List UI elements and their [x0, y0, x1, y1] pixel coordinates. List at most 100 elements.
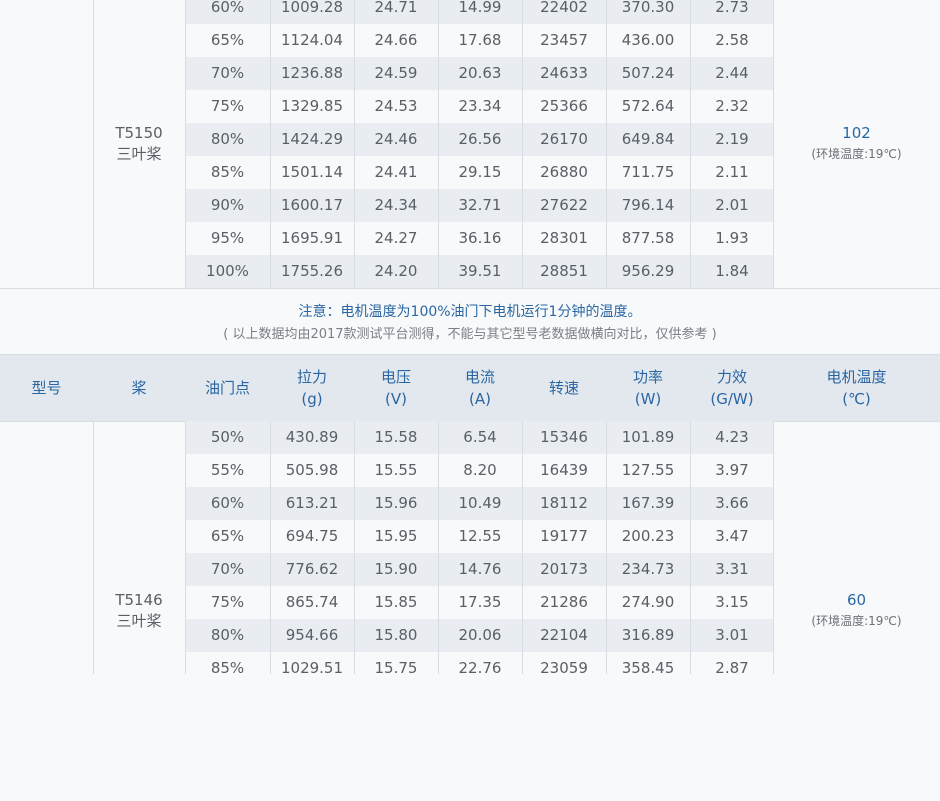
rpm-cell: 23457 [540, 31, 588, 49]
current-cell: 32.71 [458, 196, 502, 214]
current-cell: 14.99 [458, 0, 502, 16]
column-divider [690, 421, 691, 674]
current-cell: 26.56 [458, 130, 502, 148]
voltage-cell: 24.46 [374, 130, 418, 148]
current-cell: 6.54 [463, 428, 497, 446]
throttle-cell: 100% [206, 262, 249, 280]
power-cell: 274.90 [621, 593, 675, 611]
voltage-cell: 24.71 [374, 0, 418, 16]
table-row: 95% 1695.91 24.27 36.16 28301 877.58 1.93 [185, 222, 773, 255]
current-cell: 23.34 [458, 97, 502, 115]
table-row: 60% 1009.28 24.71 14.99 22402 370.30 2.73 [185, 0, 773, 24]
throttle-cell: 90% [210, 196, 245, 214]
thrust-cell: 1501.14 [280, 163, 344, 181]
voltage-cell: 15.75 [374, 659, 418, 677]
voltage-cell: 15.90 [374, 560, 418, 578]
current-cell: 17.35 [458, 593, 502, 611]
table-row: 85% 1501.14 24.41 29.15 26880 711.75 2.11 [185, 156, 773, 189]
column-divider [185, 421, 186, 674]
throttle-cell: 60% [210, 0, 245, 16]
header-unit: (g) [301, 390, 323, 408]
current-cell: 10.49 [458, 494, 502, 512]
motor-temp-value: 102 [842, 124, 871, 142]
table-row: 65% 1124.04 24.66 17.68 23457 436.00 2.58 [185, 24, 773, 57]
column-divider [185, 0, 186, 288]
voltage-cell: 15.96 [374, 494, 418, 512]
power-cell: 436.00 [621, 31, 675, 49]
thrust-cell: 613.21 [285, 494, 339, 512]
throttle-cell: 50% [210, 428, 245, 446]
header-label: 桨 [131, 379, 147, 397]
current-cell: 29.15 [458, 163, 502, 181]
voltage-cell: 15.58 [374, 428, 418, 446]
rpm-cell: 23059 [540, 659, 588, 677]
header-throttle: 油门点 [185, 355, 270, 421]
efficiency-cell: 3.31 [715, 560, 749, 578]
efficiency-cell: 2.01 [715, 196, 749, 214]
rpm-cell: 22104 [540, 626, 588, 644]
header-motor-temp: 电机温度 (℃) [773, 355, 940, 421]
thrust-cell: 1755.26 [280, 262, 344, 280]
efficiency-cell: 3.15 [715, 593, 749, 611]
thrust-cell: 1236.88 [280, 64, 344, 82]
power-cell: 127.55 [621, 461, 675, 479]
model-name: T5150 [115, 124, 163, 142]
throttle-cell: 55% [210, 461, 245, 479]
table-row: 90% 1600.17 24.34 32.71 27622 796.14 2.01 [185, 189, 773, 222]
column-divider [270, 0, 271, 288]
throttle-cell: 85% [210, 163, 245, 181]
rpm-cell: 22402 [540, 0, 588, 16]
header-prop: 桨 [93, 355, 185, 421]
current-cell: 20.06 [458, 626, 502, 644]
header-label: 电机温度 [826, 368, 887, 386]
header-power: 功率 (W) [606, 355, 690, 421]
column-divider [93, 421, 94, 674]
column-divider [773, 421, 774, 674]
column-divider [690, 0, 691, 288]
motor-temp-cell: 102 (环境温度:19℃) [773, 0, 940, 288]
throttle-cell: 65% [210, 527, 245, 545]
top-table-section: T5150 三叶桨 102 (环境温度:19℃) 60% 1009.28 24.71… [0, 0, 940, 288]
rpm-cell: 24633 [540, 64, 588, 82]
column-divider [773, 0, 774, 288]
header-unit: (G/W) [710, 390, 754, 408]
throttle-cell: 65% [210, 31, 245, 49]
header-unit: (℃) [842, 390, 871, 408]
power-cell: 649.84 [621, 130, 675, 148]
efficiency-cell: 2.19 [715, 130, 749, 148]
efficiency-cell: 2.73 [715, 0, 749, 16]
throttle-cell: 70% [210, 560, 245, 578]
thrust-cell: 865.74 [285, 593, 339, 611]
table-row: 75% 865.74 15.85 17.35 21286 274.90 3.15 [185, 586, 773, 619]
header-unit: (A) [469, 390, 491, 408]
power-cell: 572.64 [621, 97, 675, 115]
note-main: 注意：电机温度为100%油门下电机运行1分钟的温度。 [298, 304, 642, 320]
column-divider [270, 421, 271, 674]
header-unit: (V) [385, 390, 407, 408]
power-cell: 370.30 [621, 0, 675, 16]
voltage-cell: 15.95 [374, 527, 418, 545]
rpm-cell: 25366 [540, 97, 588, 115]
efficiency-cell: 2.11 [715, 163, 749, 181]
thrust-cell: 430.89 [285, 428, 339, 446]
header-unit: (W) [634, 390, 662, 408]
efficiency-cell: 1.84 [715, 262, 749, 280]
header-label: 转速 [548, 379, 579, 397]
header-label: 拉力 [296, 368, 327, 386]
column-divider [93, 0, 94, 288]
efficiency-cell: 3.47 [715, 527, 749, 545]
rpm-cell: 26880 [540, 163, 588, 181]
header-current: 电流 (A) [438, 355, 522, 421]
column-divider [438, 421, 439, 674]
efficiency-cell: 2.44 [715, 64, 749, 82]
voltage-cell: 24.59 [374, 64, 418, 82]
efficiency-cell: 2.58 [715, 31, 749, 49]
rpm-cell: 28851 [540, 262, 588, 280]
header-model: 型号 [0, 355, 93, 421]
header-rpm: 转速 [522, 355, 606, 421]
motor-temp-cell: 60 (环境温度:19℃) [773, 421, 940, 801]
thrust-cell: 1009.28 [280, 0, 344, 16]
rpm-cell: 28301 [540, 229, 588, 247]
thrust-cell: 954.66 [285, 626, 339, 644]
power-cell: 956.29 [621, 262, 675, 280]
